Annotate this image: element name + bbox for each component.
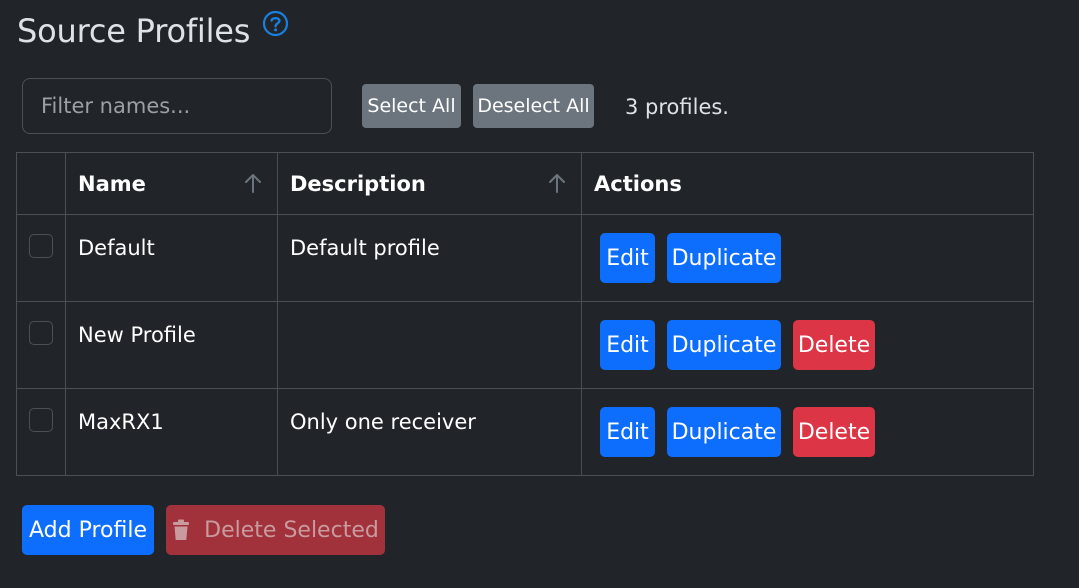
delete-selected-button[interactable]: Delete Selected bbox=[166, 505, 385, 555]
duplicate-button[interactable]: Duplicate bbox=[667, 233, 781, 283]
edit-button[interactable]: Edit bbox=[600, 233, 655, 283]
profile-count: 3 profiles. bbox=[625, 95, 729, 119]
trash-icon bbox=[172, 519, 190, 541]
profile-name: New Profile bbox=[78, 323, 196, 347]
row-actions: Edit Duplicate Delete bbox=[600, 407, 1033, 457]
source-profiles-page: Source Profiles Select All Deselect All … bbox=[0, 0, 1079, 588]
description-header-label: Description bbox=[290, 171, 426, 196]
profile-name: MaxRX1 bbox=[78, 410, 164, 434]
profile-description: Only one receiver bbox=[290, 410, 476, 434]
description-column-header[interactable]: Description bbox=[277, 152, 582, 215]
deselect-all-button[interactable]: Deselect All bbox=[473, 84, 594, 128]
select-all-button[interactable]: Select All bbox=[362, 84, 461, 128]
profiles-table: Name Description Actions Default Default… bbox=[16, 152, 1034, 476]
question-circle-icon[interactable] bbox=[262, 10, 289, 37]
row-actions: Edit Duplicate bbox=[600, 233, 1033, 283]
edit-button[interactable]: Edit bbox=[600, 407, 655, 457]
name-header-label: Name bbox=[78, 171, 146, 196]
delete-button[interactable]: Delete bbox=[793, 320, 875, 370]
select-column-header bbox=[16, 152, 66, 215]
filter-names-input[interactable] bbox=[22, 78, 332, 134]
actions-header-label: Actions bbox=[594, 171, 682, 196]
profile-description bbox=[290, 302, 569, 321]
profile-name: Default bbox=[78, 236, 155, 260]
delete-selected-label: Delete Selected bbox=[204, 517, 379, 543]
arrow-up-icon[interactable] bbox=[547, 172, 567, 194]
page-title: Source Profiles bbox=[17, 12, 251, 50]
actions-column-header: Actions bbox=[581, 152, 1034, 215]
toolbar: Select All Deselect All 3 profiles. bbox=[22, 78, 782, 134]
table-row: MaxRX1 Only one receiver Edit Duplicate … bbox=[16, 388, 1034, 476]
profile-description: Default profile bbox=[290, 236, 440, 260]
add-profile-button[interactable]: Add Profile bbox=[22, 505, 154, 555]
duplicate-button[interactable]: Duplicate bbox=[667, 407, 781, 457]
row-checkbox[interactable] bbox=[29, 234, 53, 258]
edit-button[interactable]: Edit bbox=[600, 320, 655, 370]
table-header-row: Name Description Actions bbox=[16, 152, 1034, 215]
name-column-header[interactable]: Name bbox=[65, 152, 278, 215]
table-row: Default Default profile Edit Duplicate bbox=[16, 214, 1034, 302]
row-checkbox[interactable] bbox=[29, 408, 53, 432]
row-actions: Edit Duplicate Delete bbox=[600, 320, 1033, 370]
delete-button[interactable]: Delete bbox=[793, 407, 875, 457]
row-checkbox[interactable] bbox=[29, 321, 53, 345]
duplicate-button[interactable]: Duplicate bbox=[667, 320, 781, 370]
arrow-up-icon[interactable] bbox=[243, 172, 263, 194]
table-row: New Profile Edit Duplicate Delete bbox=[16, 301, 1034, 389]
title-row: Source Profiles bbox=[17, 6, 289, 56]
